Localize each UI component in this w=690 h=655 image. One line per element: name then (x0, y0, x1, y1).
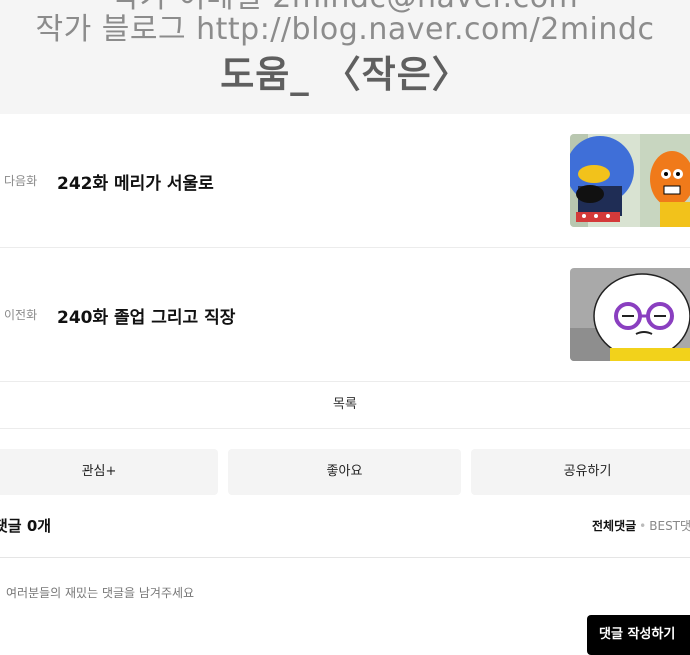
comment-sort-tabs: 전체댓글•BEST댓글 (592, 517, 690, 534)
tab-all-comments[interactable]: 전체댓글 (592, 519, 636, 533)
comment-count: 댓글 0개 (0, 517, 52, 535)
next-episode-thumbnail[interactable] (570, 134, 690, 227)
tab-separator-dot: • (639, 519, 647, 533)
previous-episode-tag: 이전화 (4, 308, 38, 322)
previous-episode-row[interactable]: 이전화 240화 졸업 그리고 직장 (0, 248, 690, 382)
tab-best-comments[interactable]: BEST댓글 (649, 519, 690, 533)
like-button[interactable]: 좋아요 (228, 449, 461, 495)
next-episode-title[interactable]: 242화 메리가 서울로 (57, 169, 214, 194)
share-button[interactable]: 공유하기 (471, 449, 690, 495)
previous-episode-title[interactable]: 240화 졸업 그리고 직장 (57, 303, 235, 328)
previous-episode-thumbnail[interactable] (570, 268, 690, 361)
interest-button[interactable]: 관심+ (0, 449, 218, 495)
next-episode-tag: 다음화 (4, 174, 38, 188)
write-comment-button[interactable]: 댓글 작성하기 (587, 615, 690, 655)
list-button[interactable]: 목록 (0, 382, 690, 428)
comment-input-placeholder[interactable]: 여러분들의 재밌는 댓글을 남겨주세요 (6, 584, 194, 601)
author-info-banner: 작가 이메일 2mindc@naver.com 작가 블로그 http://bl… (0, 0, 690, 114)
list-row: 목록 (0, 382, 690, 429)
comments-header: 댓글 0개 전체댓글•BEST댓글 (0, 505, 690, 558)
author-blog-line: 작가 블로그 http://blog.naver.com/2mindc (35, 12, 655, 47)
help-credit-line: 도움_ 〈작은〉 (220, 53, 470, 96)
next-episode-row[interactable]: 다음화 242화 메리가 서울로 (0, 114, 690, 248)
